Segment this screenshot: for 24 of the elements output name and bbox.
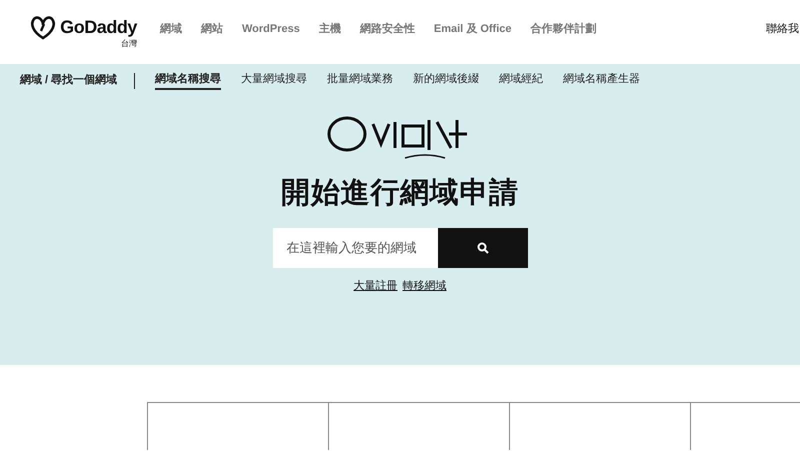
nav-link[interactable]: 網域 (160, 20, 182, 38)
brand-name: GoDaddy (60, 16, 137, 39)
contact-link[interactable]: 聯絡我 (766, 20, 800, 38)
subnav-tab[interactable]: 新的網域後綴 (413, 70, 480, 90)
region-label: 台灣 (121, 38, 137, 50)
nav-link[interactable]: WordPress (242, 20, 300, 38)
subnav-tab[interactable]: 批量網域業務 (327, 70, 394, 90)
nav-link[interactable]: 網站 (201, 20, 223, 38)
nav-link[interactable]: 網路安全性 (360, 20, 415, 38)
search-button[interactable] (438, 228, 528, 268)
subnav-tab[interactable]: 網域名稱搜尋 (155, 70, 222, 90)
subnav-tab[interactable]: 網域經紀 (499, 70, 544, 90)
nav-link[interactable]: 主機 (318, 20, 341, 38)
nav-link[interactable]: 合作夥伴計劃 (530, 20, 597, 38)
search-icon (476, 242, 488, 254)
logo-icon[interactable] (30, 16, 56, 40)
breadcrumb: 網域 / 尋找一個網域 (20, 72, 118, 88)
subnav-tab[interactable]: 大量網域搜尋 (241, 70, 308, 90)
hero-title: 開始進行網域申請 (281, 176, 519, 211)
hero-link[interactable]: 轉移網域 (402, 278, 446, 294)
domain-search-field[interactable]: 在這裡輸入您要的網域 (272, 228, 438, 268)
subnav-tab[interactable]: 網域名稱產生器 (563, 70, 640, 90)
hero-link[interactable]: 大量註冊 (354, 278, 398, 294)
nav-link[interactable]: Email 及 Office (434, 20, 512, 38)
